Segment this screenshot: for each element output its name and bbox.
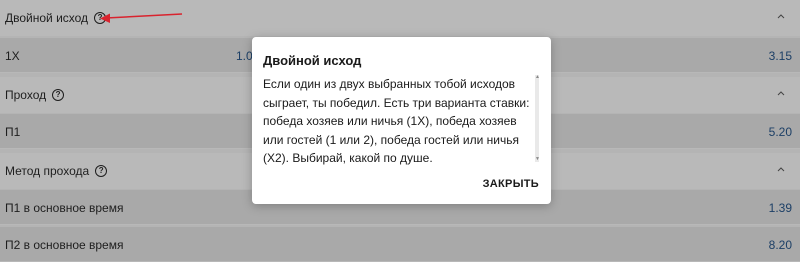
close-button[interactable]: ЗАКРЫТЬ xyxy=(483,178,539,190)
table-row[interactable]: П2 в основное время 8.20 xyxy=(0,227,800,262)
scroll-up-icon[interactable]: ▲ xyxy=(535,75,540,80)
odd-value[interactable]: 1.39 xyxy=(769,201,792,215)
outcome-label: П2 в основное время xyxy=(5,238,124,252)
outcome-label: П1 в основное время xyxy=(5,201,124,215)
dialog-title: Двойной исход xyxy=(263,53,362,68)
section-title: Двойной исход xyxy=(5,11,89,25)
scroll-down-icon[interactable]: ▼ xyxy=(535,157,540,162)
odd-value[interactable]: 5.20 xyxy=(769,125,792,139)
help-icon[interactable]: ? xyxy=(95,165,108,177)
chevron-up-icon[interactable] xyxy=(776,89,786,99)
help-icon[interactable]: ? xyxy=(94,12,107,24)
info-dialog: Двойной исход Если один из двух выбранны… xyxy=(252,37,551,204)
help-icon[interactable]: ? xyxy=(52,89,65,101)
section-header-double-chance[interactable]: Двойной исход ? xyxy=(0,0,800,36)
odd-value[interactable]: 8.20 xyxy=(769,238,792,252)
section-title: Проход xyxy=(5,88,47,102)
outcome-label: П1 xyxy=(5,125,21,139)
chevron-up-icon[interactable] xyxy=(776,12,786,22)
chevron-up-icon[interactable] xyxy=(776,165,786,175)
dialog-scrollbar[interactable]: ▲ ▼ xyxy=(535,75,540,162)
section-title: Метод прохода xyxy=(5,164,90,178)
odd-value[interactable]: 3.15 xyxy=(769,49,792,63)
outcome-label: 1X xyxy=(5,49,20,63)
